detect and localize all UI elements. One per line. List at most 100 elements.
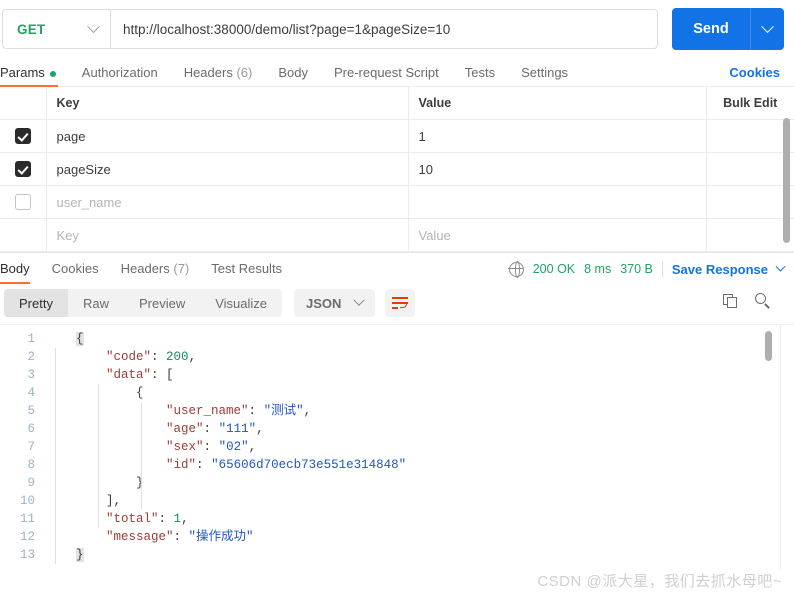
view-mode-pretty[interactable]: Pretty [4, 289, 68, 317]
code-token: , [303, 404, 312, 418]
indent-guide [141, 402, 142, 510]
word-wrap-icon [392, 297, 409, 309]
code-token: "user_name" [166, 404, 249, 418]
line-number: 2 [27, 350, 35, 364]
url-input[interactable]: http://localhost:38000/demo/list?page=1&… [110, 9, 658, 49]
code-token: "message" [106, 530, 174, 544]
response-tab-body[interactable]: Body [0, 261, 30, 284]
request-tab-params[interactable]: Params [0, 65, 68, 87]
view-mode-preview[interactable]: Preview [124, 289, 200, 317]
tab-label: Tests [464, 65, 496, 80]
tab-label: Params [0, 65, 45, 80]
row-checkbox[interactable] [14, 194, 31, 211]
param-value-input[interactable]: 10 [407, 152, 707, 186]
row-checkbox[interactable] [14, 128, 31, 145]
line-number: 4 [27, 386, 35, 400]
code-line: "message": "操作成功" [46, 528, 794, 546]
response-format-selector[interactable]: JSON [294, 289, 376, 317]
code-token: : [ [151, 368, 174, 382]
save-response-button[interactable]: Save Response [672, 262, 768, 277]
code-line: "id": "65606d70ecb73e551e314848" [46, 456, 794, 474]
code-line: "data": [ [46, 366, 794, 384]
param-value-input[interactable]: Value [407, 218, 707, 252]
code-line: "age": "111", [46, 420, 794, 438]
request-tab-settings[interactable]: Settings [521, 65, 580, 86]
code-token: "data" [106, 368, 152, 382]
param-value-input[interactable]: 1 [407, 119, 707, 153]
param-key-input[interactable]: page [45, 119, 409, 153]
tab-label: Settings [521, 65, 569, 80]
code-line: { [46, 330, 794, 348]
cookies-link[interactable]: Cookies [729, 65, 780, 80]
header-value: Value [407, 86, 707, 120]
word-wrap-button[interactable] [385, 289, 416, 317]
row-checkbox[interactable] [14, 161, 31, 178]
code-line: } [46, 546, 794, 564]
line-number: 8 [27, 458, 35, 472]
response-format-toolbar: Pretty Raw Preview Visualize JSON [0, 283, 794, 324]
query-params-table: Key Value Bulk Edit page 1 pageSize 10 user_… [0, 86, 794, 252]
response-status: 200 OK [532, 262, 576, 276]
param-key-input[interactable]: pageSize [45, 152, 409, 186]
copy-icon[interactable] [723, 293, 737, 308]
line-number: 9 [27, 476, 35, 490]
request-tab-pre-request-script[interactable]: Pre-request Script [334, 65, 451, 86]
code-token: "02" [218, 440, 249, 454]
line-number: 10 [19, 494, 35, 508]
code-token: : [151, 350, 167, 364]
row-spacer-cell [705, 119, 794, 153]
param-key-input[interactable]: Key [45, 218, 409, 252]
watermark-text: CSDN @派大星，我们去抓水母吧~ [537, 573, 782, 590]
tab-label: Authorization [81, 65, 158, 80]
header-key: Key [45, 86, 409, 120]
code-token: 200 [166, 350, 189, 364]
line-number: 3 [27, 368, 35, 382]
code-token: "操作成功" [188, 530, 254, 544]
table-row: user_name [0, 185, 794, 219]
code-scroll-track [780, 325, 781, 569]
code-token: : [196, 458, 212, 472]
response-tab-test-results[interactable]: Test Results [211, 261, 282, 283]
bulk-edit-button[interactable]: Bulk Edit [705, 86, 794, 120]
send-button[interactable]: Send [672, 8, 750, 50]
row-checkbox-cell [0, 185, 47, 219]
code-line: } [46, 474, 794, 492]
view-mode-segmented-control: Pretty Raw Preview Visualize [4, 289, 283, 317]
request-tab-headers[interactable]: Headers (6) [184, 65, 265, 86]
code-token: "测试" [263, 404, 304, 418]
tab-label: Headers [183, 65, 233, 80]
code-token: } [76, 548, 84, 562]
json-code-lines[interactable]: { "code": 200, "data": [ { "user_name": … [44, 330, 794, 564]
globe-icon [508, 261, 524, 279]
view-mode-raw[interactable]: Raw [68, 289, 124, 317]
code-token: : [248, 404, 264, 418]
param-value-input[interactable] [407, 185, 707, 219]
view-mode-visualize[interactable]: Visualize [200, 289, 282, 317]
response-actions [723, 293, 770, 309]
params-scrollbar[interactable] [783, 118, 790, 243]
table-header-row: Key Value Bulk Edit [0, 86, 794, 120]
code-scrollbar[interactable] [765, 331, 772, 361]
request-tab-body[interactable]: Body [278, 65, 320, 86]
meta-divider [661, 261, 663, 277]
line-number: 7 [27, 440, 35, 454]
request-tab-tests[interactable]: Tests [465, 65, 507, 86]
tab-label: Test Results [211, 261, 283, 276]
chevron-down-icon[interactable] [775, 261, 786, 272]
search-icon[interactable] [755, 293, 770, 309]
code-line: ], [46, 492, 794, 510]
code-token: "id" [166, 458, 197, 472]
tab-label: Headers [120, 261, 170, 276]
line-number: 6 [27, 422, 35, 436]
send-button-group: Send [672, 8, 784, 50]
send-options-button[interactable] [750, 8, 784, 50]
response-tab-headers[interactable]: Headers (7) [121, 261, 190, 283]
response-tab-cookies[interactable]: Cookies [52, 261, 99, 283]
param-key-input[interactable]: user_name [45, 185, 409, 219]
http-method-selector[interactable]: GET [2, 9, 110, 49]
line-number: 1 [27, 332, 35, 346]
request-tab-authorization[interactable]: Authorization [82, 65, 170, 86]
